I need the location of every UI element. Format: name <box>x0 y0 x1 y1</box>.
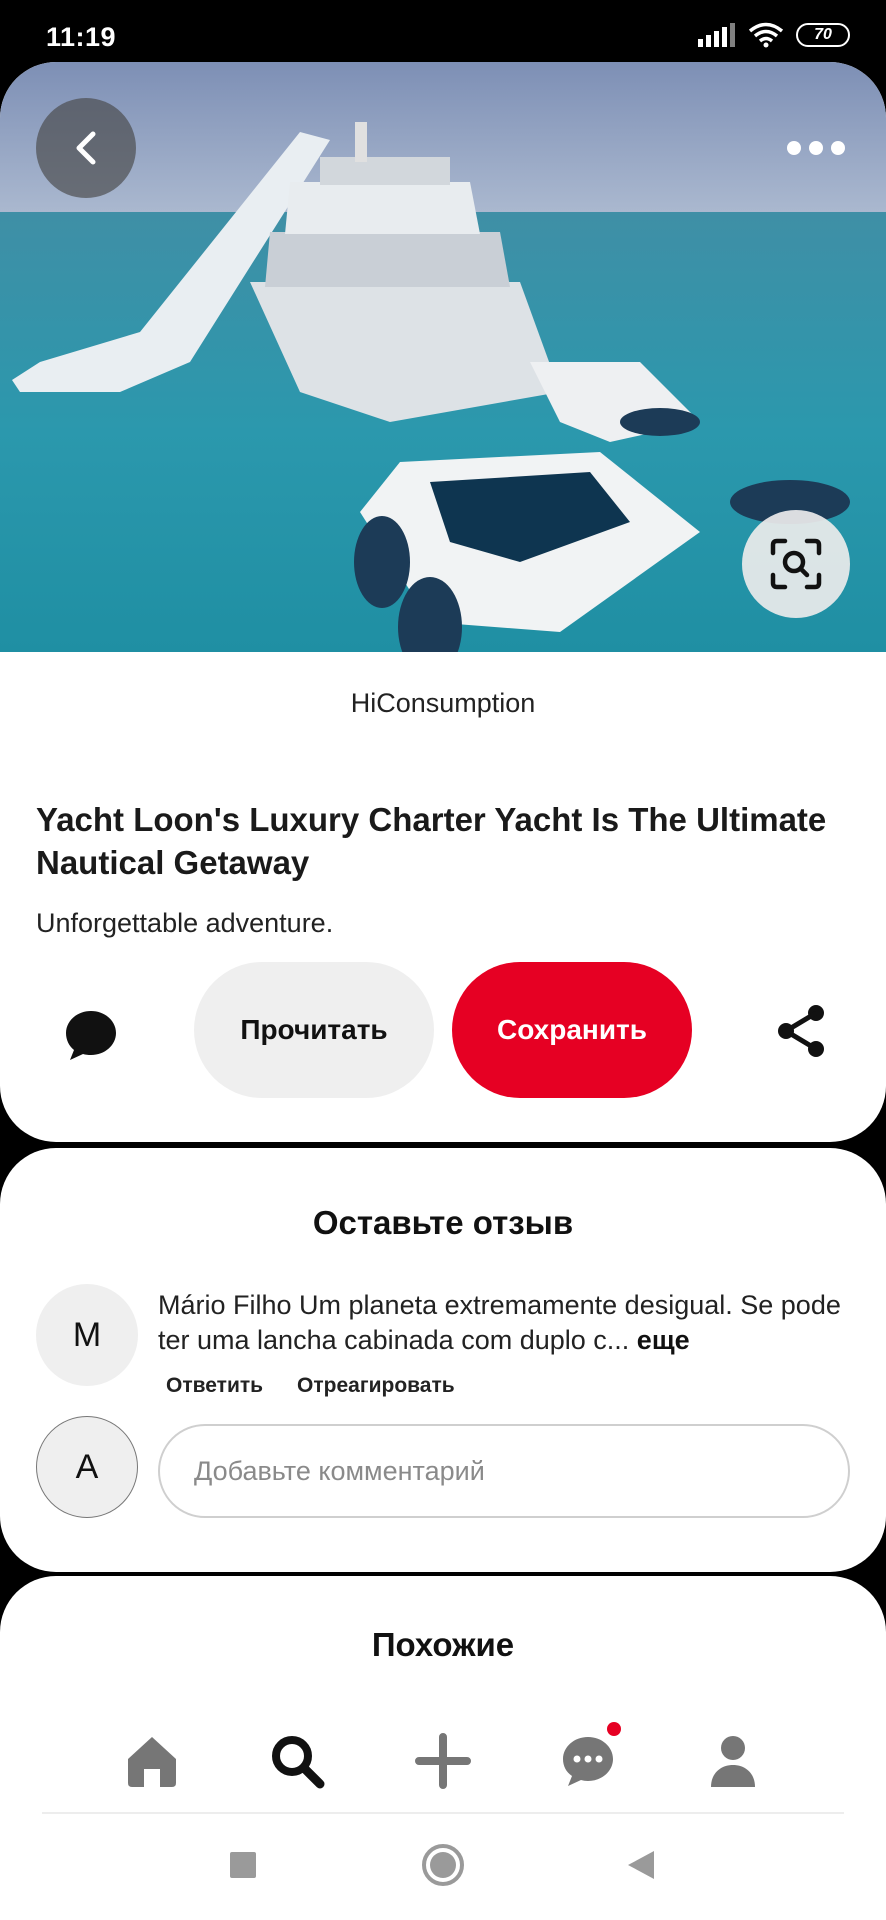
tab-profile[interactable] <box>698 1726 768 1796</box>
notification-dot <box>607 1722 621 1736</box>
lens-search-icon <box>770 538 822 590</box>
pin-image[interactable] <box>0 62 886 652</box>
system-navigation-bar <box>0 1814 886 1920</box>
comment-body: Mário Filho Um planeta extremamente desi… <box>158 1290 841 1355</box>
dot-icon <box>809 141 823 155</box>
similar-title: Похожие <box>371 1626 515 1663</box>
pin-description: Unforgettable adventure. <box>36 908 334 938</box>
tab-search[interactable] <box>262 1726 332 1796</box>
bottom-tab-bar <box>0 1722 886 1816</box>
battery-indicator: 70 <box>796 23 850 47</box>
status-bar: 11:19 70 <box>0 0 886 62</box>
comment-more-link[interactable]: еще <box>637 1325 690 1355</box>
comments-title: Оставьте отзыв <box>312 1204 574 1241</box>
wifi-icon <box>748 22 784 48</box>
tab-home[interactable] <box>117 1726 187 1796</box>
similar-card: Похожие <box>0 1576 886 1920</box>
back-button[interactable] <box>36 98 136 198</box>
avatar[interactable]: M <box>36 1284 138 1386</box>
speech-bubble-icon <box>66 1011 116 1060</box>
share-icon <box>778 1005 824 1057</box>
pin-source[interactable]: HiConsumption <box>0 688 886 719</box>
chat-icon <box>563 1737 613 1786</box>
status-time: 11:19 <box>46 22 117 52</box>
dot-icon <box>831 141 845 155</box>
triangle-back-icon <box>628 1851 654 1879</box>
tab-create[interactable] <box>408 1726 478 1796</box>
comment-actions: Ответить Отреагировать <box>166 1374 455 1398</box>
pin-title: Yacht Loon's Luxury Charter Yacht Is The… <box>36 801 827 881</box>
square-icon <box>230 1852 256 1878</box>
signal-icon <box>698 23 735 47</box>
pin-card: HiConsumption Yacht Loon's Luxury Charte… <box>0 62 886 1142</box>
tab-messages[interactable] <box>553 1722 623 1796</box>
comment-text[interactable]: Mário Filho Um planeta extremamente desi… <box>158 1288 848 1358</box>
comment-input-placeholder: Добавьте комментарий <box>194 1455 485 1486</box>
comments-card: Оставьте отзыв M Mário Filho Um planeta … <box>0 1148 886 1572</box>
more-options-button[interactable] <box>780 128 852 168</box>
circle-icon <box>422 1844 464 1886</box>
pin-actions: Прочитать Сохранить <box>0 962 886 1098</box>
search-icon <box>272 1736 325 1789</box>
home-icon <box>128 1737 176 1787</box>
read-button[interactable]: Прочитать <box>194 962 434 1098</box>
profile-icon <box>711 1736 755 1787</box>
comment-button[interactable] <box>56 1000 126 1070</box>
status-icons: 70 <box>698 22 850 48</box>
recent-apps-button[interactable] <box>218 1840 268 1890</box>
share-button[interactable] <box>768 998 834 1064</box>
user-avatar[interactable]: A <box>36 1416 138 1518</box>
back-system-button[interactable] <box>616 1840 666 1890</box>
visual-search-button[interactable] <box>742 510 850 618</box>
home-button[interactable] <box>418 1840 468 1890</box>
battery-level: 70 <box>814 26 832 43</box>
plus-icon <box>415 1733 471 1789</box>
chevron-left-icon <box>76 131 96 165</box>
reply-button[interactable]: Ответить <box>166 1374 263 1398</box>
dot-icon <box>787 141 801 155</box>
comment-input[interactable]: Добавьте комментарий <box>158 1424 850 1518</box>
react-button[interactable]: Отреагировать <box>297 1374 455 1398</box>
save-button[interactable]: Сохранить <box>452 962 692 1098</box>
